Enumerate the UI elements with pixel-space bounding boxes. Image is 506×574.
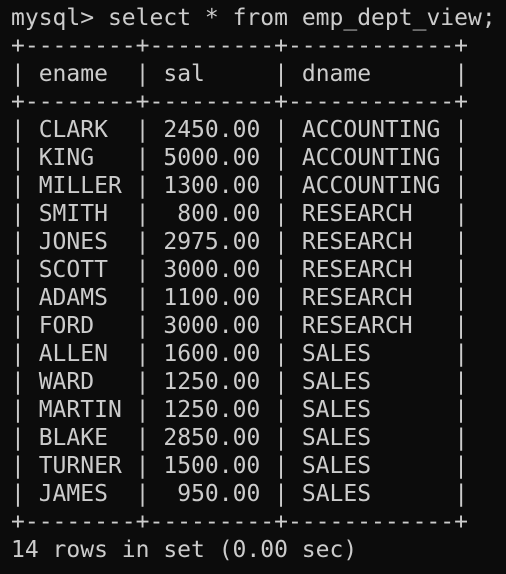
table-row: | KING | 5000.00 | ACCOUNTING |: [11, 145, 469, 171]
table-row: | JONES | 2975.00 | RESEARCH |: [11, 229, 469, 255]
table-cell: TURNER: [38, 453, 122, 479]
table-body: | CLARK | 2450.00 | ACCOUNTING | | KING |…: [11, 116, 506, 508]
table-cell: ADAMS: [38, 285, 108, 311]
table-cell: 3000.00: [163, 313, 261, 339]
table-cell: 950.00: [177, 481, 261, 507]
table-cell: CLARK: [38, 117, 108, 143]
table-cell: 1500.00: [163, 453, 261, 479]
terminal-window[interactable]: mysql> select * from emp_dept_view; +---…: [0, 0, 506, 574]
command-line: mysql> select * from emp_dept_view;: [11, 4, 506, 32]
table-cell: MILLER: [38, 173, 122, 199]
table-border-top: +--------+---------+------------+: [11, 33, 468, 59]
table-row: | BLAKE | 2850.00 | SALES |: [11, 425, 469, 451]
table-cell: RESEARCH: [301, 229, 413, 255]
table-row: | JAMES | 950.00 | SALES |: [11, 481, 469, 507]
table-row: | TURNER | 1500.00 | SALES |: [11, 453, 469, 479]
table-row: | CLARK | 2450.00 | ACCOUNTING |: [11, 117, 469, 143]
table-cell: JAMES: [38, 481, 108, 507]
table-cell: MARTIN: [38, 397, 122, 423]
table-header-row: | ename | sal | dname |: [11, 61, 469, 87]
table-row: | FORD | 3000.00 | RESEARCH |: [11, 313, 469, 339]
table-cell: 5000.00: [163, 145, 261, 171]
table-cell: ACCOUNTING: [301, 145, 441, 171]
table-cell: ACCOUNTING: [301, 117, 441, 143]
table-cell: 1100.00: [163, 285, 261, 311]
table-cell: dname: [301, 61, 372, 87]
table-cell: SALES: [301, 397, 372, 423]
table-cell: SMITH: [38, 201, 108, 227]
table-border-header: +--------+---------+------------+: [11, 89, 468, 115]
table-row: | SCOTT | 3000.00 | RESEARCH |: [11, 257, 469, 283]
table-row: | ALLEN | 1600.00 | SALES |: [11, 341, 469, 367]
table-cell: RESEARCH: [301, 257, 413, 283]
table-cell: SALES: [301, 425, 372, 451]
table-cell: RESEARCH: [301, 285, 413, 311]
table-cell: SALES: [301, 369, 372, 395]
table-cell: ACCOUNTING: [301, 173, 441, 199]
table-row: | WARD | 1250.00 | SALES |: [11, 369, 469, 395]
table-cell: 2450.00: [163, 117, 261, 143]
table-cell: JONES: [38, 229, 108, 255]
table-border-bottom: +--------+---------+------------+: [11, 509, 468, 535]
table-cell: RESEARCH: [301, 201, 413, 227]
table-cell: ename: [38, 61, 108, 87]
table-cell: 2850.00: [163, 425, 261, 451]
table-cell: KING: [38, 145, 95, 171]
sql-command: select * from emp_dept_view;: [107, 5, 496, 31]
table-cell: SALES: [301, 453, 372, 479]
table-row: | MILLER | 1300.00 | ACCOUNTING |: [11, 173, 469, 199]
table-cell: RESEARCH: [301, 313, 413, 339]
table-cell: 1250.00: [163, 369, 261, 395]
table-cell: 1600.00: [163, 341, 261, 367]
table-cell: 3000.00: [163, 257, 261, 283]
result-summary: 14 rows in set (0.00 sec): [11, 537, 358, 563]
table-cell: 1300.00: [163, 173, 261, 199]
table-cell: ALLEN: [38, 341, 108, 367]
table-row: | SMITH | 800.00 | RESEARCH |: [11, 201, 469, 227]
mysql-prompt: mysql>: [11, 5, 95, 31]
table-cell: BLAKE: [38, 425, 108, 451]
table-cell: SCOTT: [38, 257, 108, 283]
table-cell: 2975.00: [163, 229, 261, 255]
table-cell: sal: [163, 61, 205, 87]
table-cell: FORD: [38, 313, 95, 339]
table-cell: SALES: [301, 341, 372, 367]
table-cell: 1250.00: [163, 397, 261, 423]
table-cell: WARD: [38, 369, 95, 395]
table-row: | MARTIN | 1250.00 | SALES |: [11, 397, 469, 423]
table-row: | ADAMS | 1100.00 | RESEARCH |: [11, 285, 469, 311]
table-cell: SALES: [301, 481, 372, 507]
table-cell: 800.00: [177, 201, 261, 227]
